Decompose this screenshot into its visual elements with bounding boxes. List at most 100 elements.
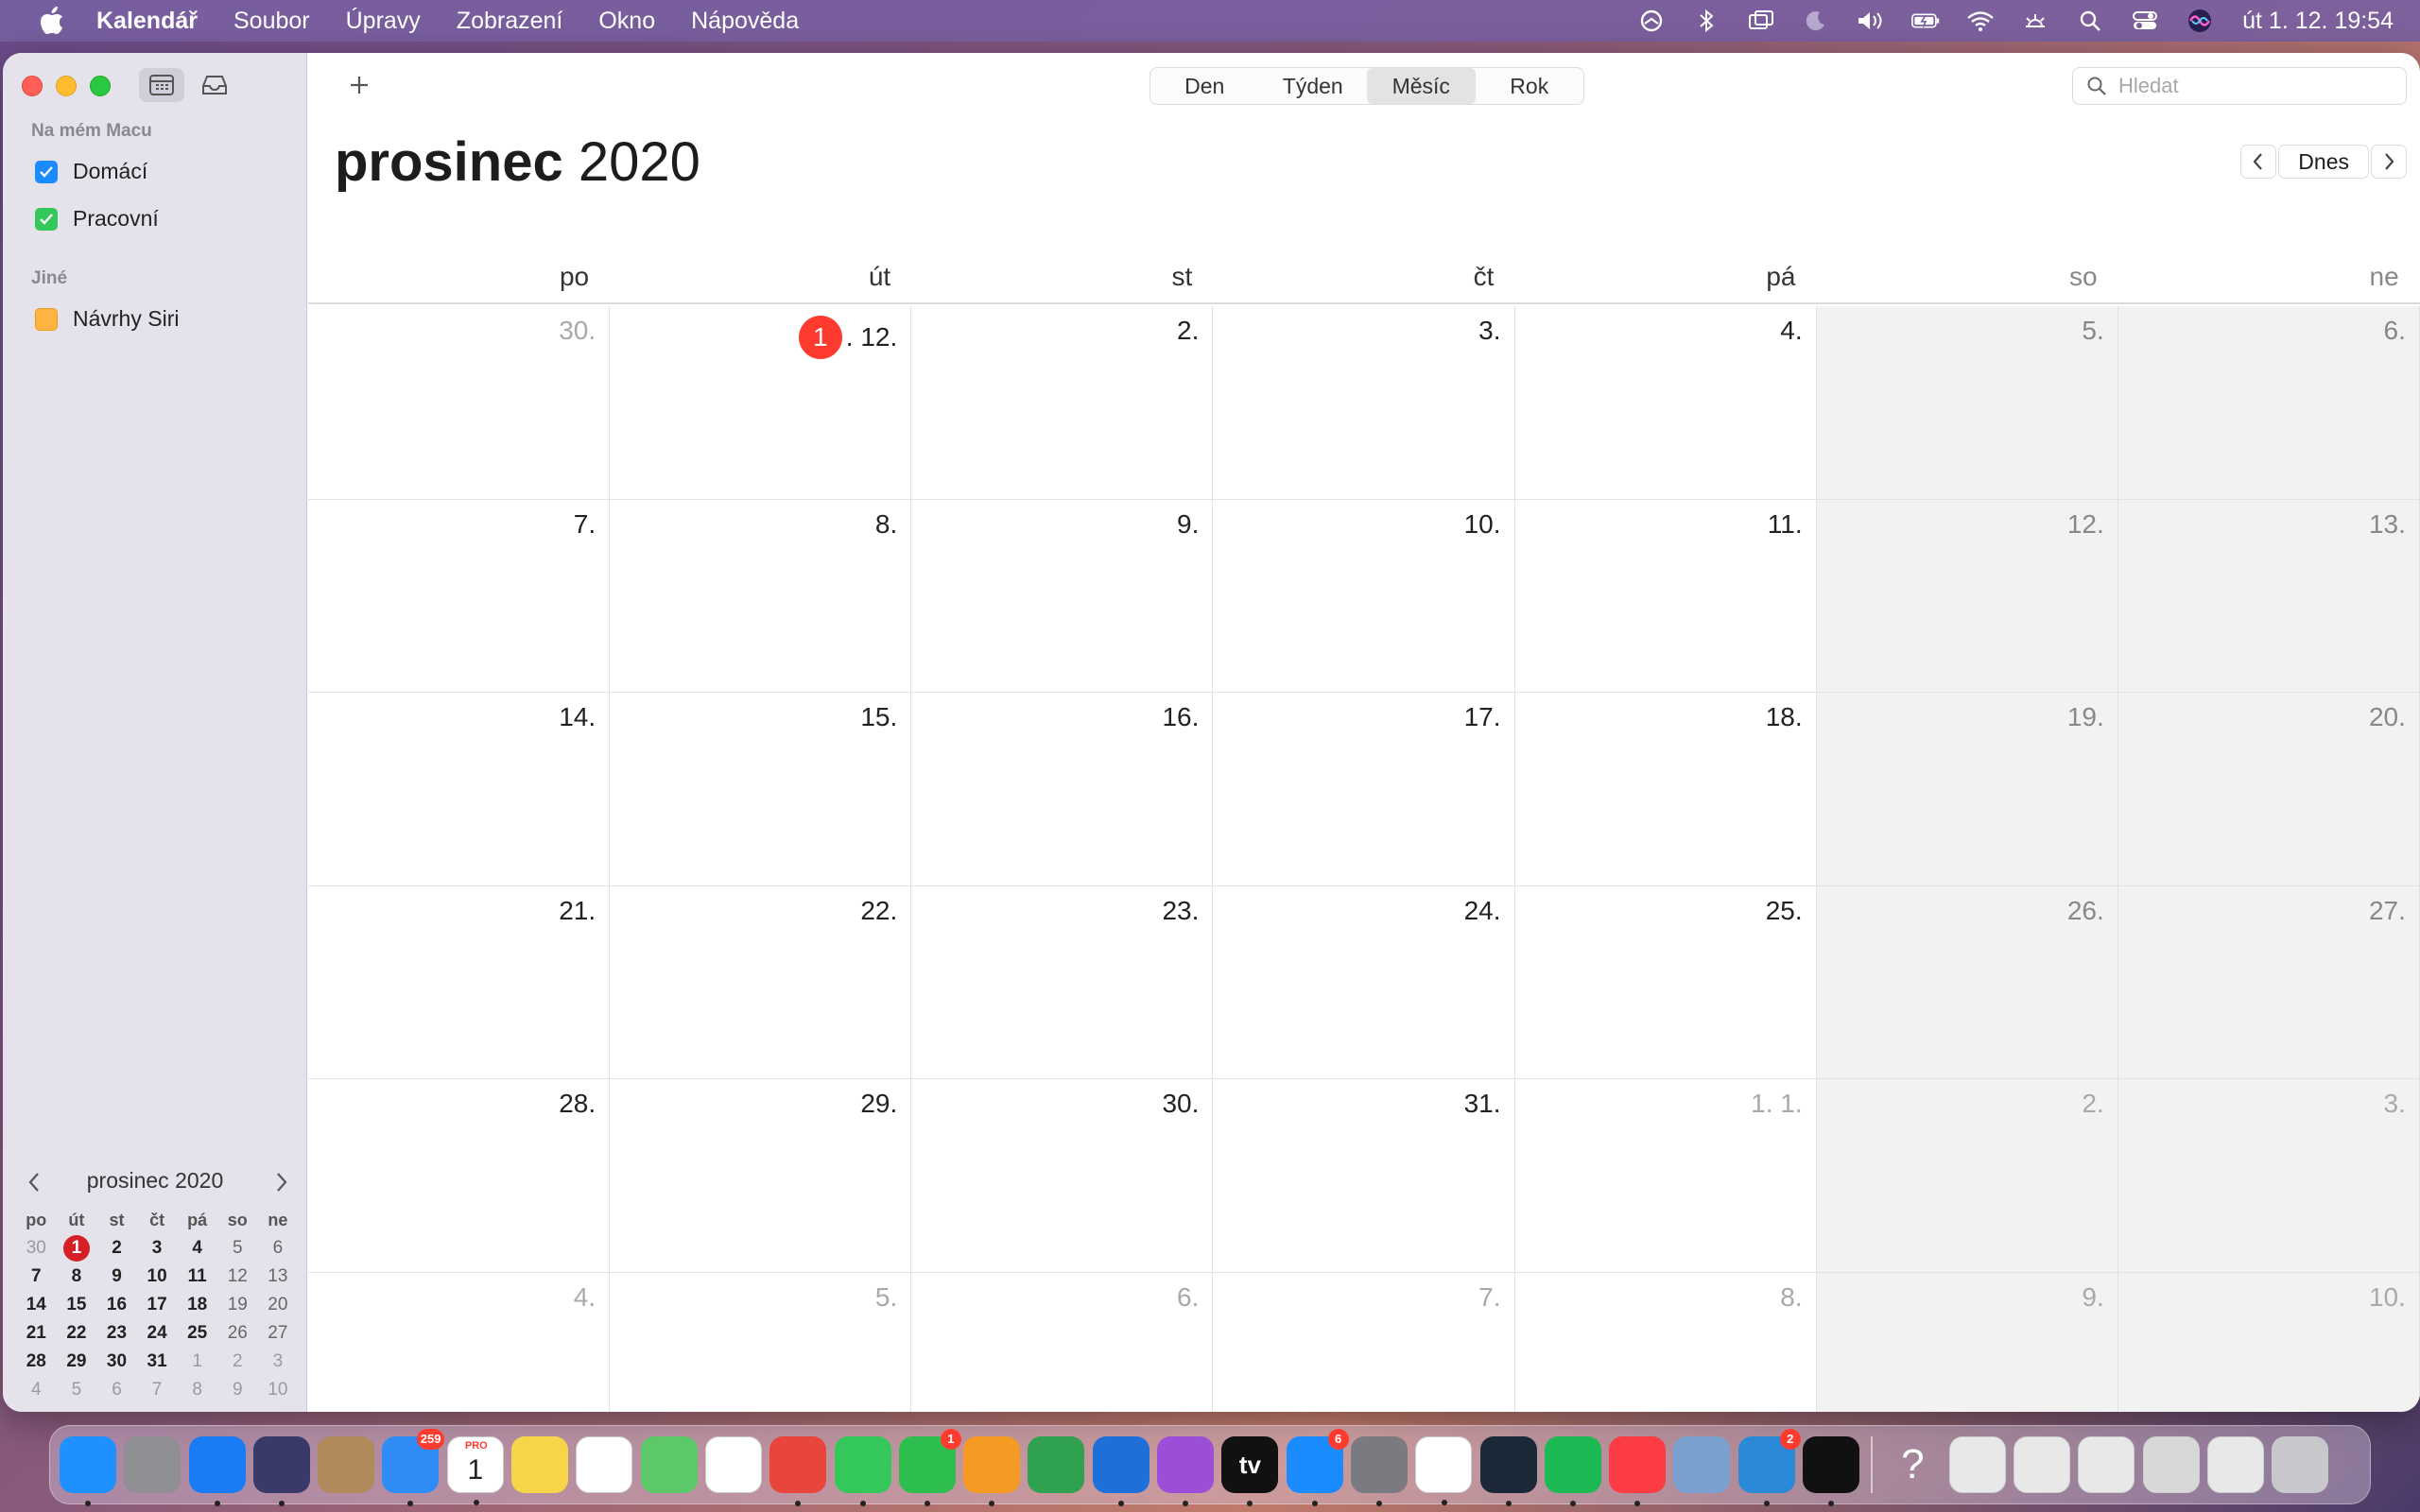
document-1-icon[interactable] xyxy=(1948,1436,2006,1493)
day-cell[interactable]: 22. xyxy=(610,885,912,1079)
mini-day[interactable]: 31 xyxy=(137,1348,178,1376)
mini-day[interactable]: 7 xyxy=(137,1376,178,1404)
music-icon[interactable] xyxy=(1609,1436,1667,1506)
day-cell[interactable]: 1. 12. xyxy=(610,306,912,500)
mini-day[interactable]: 23 xyxy=(96,1319,137,1348)
menu-file[interactable]: Soubor xyxy=(233,8,310,35)
system-preferences-icon[interactable] xyxy=(1350,1436,1408,1506)
calendar-icon[interactable]: 1 PRO xyxy=(446,1436,504,1505)
weather-icon[interactable] xyxy=(2021,7,2049,35)
mini-day[interactable]: 10 xyxy=(137,1263,178,1291)
mini-day[interactable]: 12 xyxy=(217,1263,258,1291)
numbers-icon[interactable] xyxy=(1028,1436,1085,1493)
battery-icon[interactable] xyxy=(1911,7,1940,35)
day-cell[interactable]: 18. xyxy=(1514,693,1817,886)
day-cell[interactable]: 10. xyxy=(1213,499,1515,693)
document-5-icon[interactable] xyxy=(2206,1436,2264,1493)
mini-day[interactable]: 4 xyxy=(16,1376,57,1404)
mini-day[interactable]: 25 xyxy=(177,1319,217,1348)
mini-day[interactable]: 20 xyxy=(258,1291,299,1319)
mail-icon[interactable]: 259 xyxy=(382,1429,445,1506)
document-2-icon[interactable] xyxy=(2013,1436,2070,1493)
day-cell[interactable]: 7. xyxy=(1213,1272,1515,1412)
mini-day[interactable]: 24 xyxy=(137,1319,178,1348)
day-cell[interactable]: 6. xyxy=(2118,306,2420,500)
menu-window[interactable]: Okno xyxy=(598,8,655,35)
wifi-icon[interactable] xyxy=(1966,7,1995,35)
day-cell[interactable]: 5. xyxy=(610,1272,912,1412)
search-field[interactable] xyxy=(2072,67,2407,105)
mini-next-month-icon[interactable] xyxy=(269,1170,294,1194)
mini-day[interactable]: 11 xyxy=(177,1263,217,1291)
menu-view[interactable]: Zobrazení xyxy=(457,8,563,35)
mini-day[interactable]: 6 xyxy=(258,1234,299,1263)
day-cell[interactable]: 16. xyxy=(911,693,1214,886)
day-cell[interactable]: 17. xyxy=(1213,693,1515,886)
mini-day[interactable]: 15 xyxy=(57,1291,97,1319)
minimize-button[interactable] xyxy=(56,76,77,96)
mini-day[interactable]: 1 xyxy=(177,1348,217,1376)
mini-day[interactable]: 8 xyxy=(57,1263,97,1291)
add-event-button[interactable] xyxy=(342,68,376,102)
mini-day[interactable]: 5 xyxy=(217,1234,258,1263)
calendar-item-home[interactable]: Domácí xyxy=(35,159,147,184)
day-cell[interactable]: 31. xyxy=(1213,1079,1515,1273)
view-year-button[interactable]: Rok xyxy=(1476,68,1584,104)
mini-day[interactable]: 4 xyxy=(177,1234,217,1263)
mini-day[interactable]: 5 xyxy=(57,1376,97,1404)
mini-day[interactable]: 18 xyxy=(177,1291,217,1319)
zoom-button[interactable] xyxy=(90,76,111,96)
mini-day[interactable]: 14 xyxy=(16,1291,57,1319)
scrivener-icon[interactable] xyxy=(1803,1436,1860,1506)
day-cell[interactable]: 6. xyxy=(911,1272,1214,1412)
siri-icon[interactable] xyxy=(2186,7,2214,35)
day-cell[interactable]: 21. xyxy=(308,885,611,1079)
photos-icon[interactable] xyxy=(704,1436,762,1493)
day-cell[interactable]: 11. xyxy=(1514,499,1817,693)
menu-edit[interactable]: Úpravy xyxy=(346,8,421,35)
day-cell[interactable]: 20. xyxy=(2118,693,2420,886)
prev-month-button[interactable] xyxy=(2240,145,2277,179)
calendar-item-siri-suggestions[interactable]: Návrhy Siri xyxy=(35,306,179,332)
app-store-icon[interactable]: 6 xyxy=(1286,1429,1349,1506)
day-cell[interactable]: 28. xyxy=(308,1079,611,1273)
day-cell[interactable]: 8. xyxy=(610,499,912,693)
podcasts-icon[interactable] xyxy=(1157,1436,1215,1506)
day-cell[interactable]: 10. xyxy=(2118,1272,2420,1412)
day-cell[interactable]: 26. xyxy=(1816,885,2118,1079)
checkbox-checked-icon[interactable] xyxy=(35,207,58,231)
day-cell[interactable]: 29. xyxy=(610,1079,912,1273)
mini-day[interactable]: 16 xyxy=(96,1291,137,1319)
bluetooth-icon[interactable] xyxy=(1692,7,1720,35)
mini-day[interactable]: 8 xyxy=(177,1376,217,1404)
day-cell[interactable]: 14. xyxy=(308,693,611,886)
day-cell[interactable]: 9. xyxy=(1816,1272,2118,1412)
day-cell[interactable]: 3. xyxy=(2118,1079,2420,1273)
volume-icon[interactable] xyxy=(1857,7,1885,35)
apple-icon[interactable] xyxy=(36,5,68,37)
mini-day[interactable]: 1 xyxy=(57,1234,97,1263)
checkbox-checked-icon[interactable] xyxy=(35,160,58,183)
mini-day[interactable]: 27 xyxy=(258,1319,299,1348)
day-cell[interactable]: 13. xyxy=(2118,499,2420,693)
mini-day[interactable]: 30 xyxy=(96,1348,137,1376)
help-icon[interactable]: ? xyxy=(1884,1436,1941,1493)
menu-clock[interactable]: út 1. 12. 19:54 xyxy=(2242,8,2394,35)
siri-icon[interactable] xyxy=(252,1436,310,1506)
pages-icon[interactable] xyxy=(963,1436,1021,1506)
contacts-icon[interactable] xyxy=(318,1436,375,1493)
day-cell[interactable]: 4. xyxy=(308,1272,611,1412)
keynote-icon[interactable] xyxy=(1092,1436,1150,1506)
day-cell[interactable]: 30. xyxy=(911,1079,1214,1273)
maps-icon[interactable] xyxy=(640,1436,698,1493)
chrome-icon[interactable] xyxy=(769,1436,827,1506)
day-cell[interactable]: 1. 1. xyxy=(1514,1079,1817,1273)
day-cell[interactable]: 25. xyxy=(1514,885,1817,1079)
view-day-button[interactable]: Den xyxy=(1150,68,1259,104)
messages-icon[interactable] xyxy=(834,1436,891,1506)
day-cell[interactable]: 2. xyxy=(911,306,1214,500)
mini-day[interactable]: 30 xyxy=(16,1234,57,1263)
sync-icon[interactable] xyxy=(1637,7,1666,35)
search-input[interactable] xyxy=(2118,74,2383,98)
inbox-icon[interactable] xyxy=(192,68,237,102)
